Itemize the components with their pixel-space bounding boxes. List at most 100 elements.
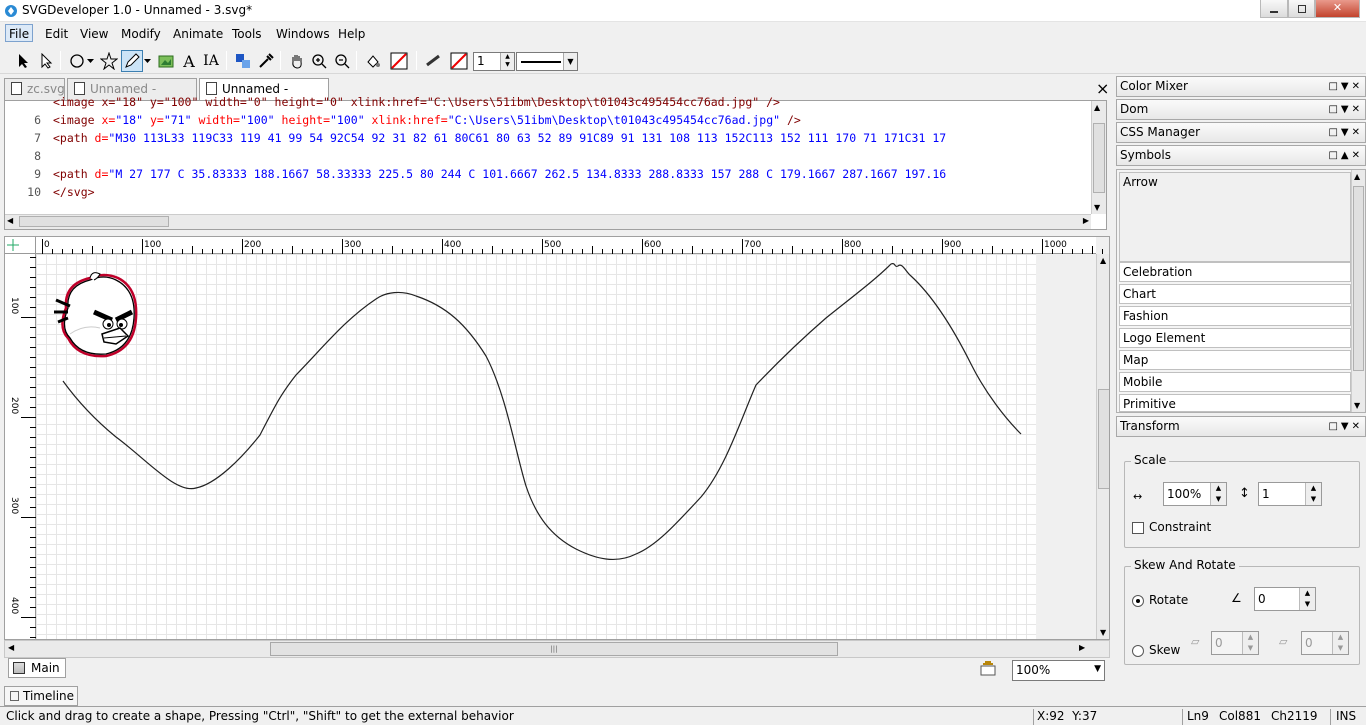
menu-edit[interactable]: Edit [42, 25, 71, 43]
line-number: 9 [34, 167, 41, 181]
image-tool-icon[interactable] [155, 50, 177, 72]
code-editor[interactable]: <image x="18" y="100" width="0" height="… [4, 95, 1107, 230]
fill-color-icon[interactable] [362, 50, 384, 72]
star-tool-icon[interactable] [98, 50, 120, 72]
zoom-in-icon[interactable] [308, 50, 330, 72]
symbol-category[interactable]: Logo Element [1119, 328, 1351, 348]
symbol-category[interactable]: Arrow [1119, 172, 1351, 262]
ruler-tick-label: 200 [9, 397, 19, 415]
drawing-grid[interactable] [36, 254, 1036, 639]
timeline-tab[interactable]: Timeline [4, 686, 78, 706]
close-tab-icon[interactable]: × [1096, 79, 1109, 98]
toolbar: A IA 1 ▲ ▼ ▼ [0, 47, 1366, 74]
dropdown-arrow-icon[interactable] [143, 50, 153, 72]
symbol-category[interactable]: Primitive [1119, 394, 1351, 412]
canvas-hscroll[interactable]: ◀ ||| ▶ [4, 640, 1110, 658]
freehand-path [62, 263, 1022, 560]
vertical-arrows-icon: ↕ [1239, 486, 1250, 501]
line-number: 10 [27, 185, 41, 199]
vertical-text-tool-icon[interactable]: IA [200, 50, 222, 72]
symbol-category[interactable]: Chart [1119, 284, 1351, 304]
eyedropper-tool-icon[interactable] [255, 50, 277, 72]
ruler-tick-label: 1000 [1044, 240, 1067, 250]
layer-options-icon[interactable] [979, 660, 1001, 678]
angry-bird-image [54, 272, 138, 358]
skew-label: Skew [1149, 643, 1181, 657]
app-icon [4, 4, 18, 18]
hand-tool-icon[interactable] [286, 50, 308, 72]
symbols-scrollbar[interactable]: ▲ ▼ [1351, 170, 1365, 412]
symbol-category[interactable]: Mobile [1119, 372, 1351, 392]
code-line[interactable]: 9 <path d="M 27 177 C 35.83333 188.1667 5… [5, 165, 946, 183]
scale-x-input[interactable]: 100% ▲ ▼ [1163, 482, 1227, 506]
symbols-panel-header[interactable]: Symbols □▲✕ [1116, 145, 1366, 166]
stroke-width-stepper[interactable]: 1 ▲ ▼ [473, 52, 515, 71]
skew-y-input[interactable]: 0 ▲ ▼ [1301, 631, 1349, 655]
minimize-button[interactable] [1260, 0, 1288, 18]
ruler-tick-label: 100 [9, 297, 19, 315]
direct-select-tool-icon[interactable] [35, 50, 57, 72]
skew-rotate-group: Skew And Rotate Rotate ∠ 0 ▲ ▼ Skew ▱ 0 ▲ ▼ … [1124, 558, 1360, 665]
code-line[interactable]: 6 <image x="18" y="71" width="100" height… [5, 111, 801, 129]
skew-y-icon: ▱ [1279, 635, 1288, 648]
dropdown-arrow-icon[interactable] [86, 50, 96, 72]
menu-animate[interactable]: Animate [170, 25, 226, 43]
zoom-select[interactable]: 100% ▼ [1012, 660, 1105, 681]
stroke-style-select[interactable]: ▼ [516, 52, 578, 71]
transform-panel-header[interactable]: Transform □▼✕ [1116, 416, 1366, 437]
rotate-radio[interactable] [1132, 595, 1144, 607]
menu-file[interactable]: File [5, 24, 34, 42]
code-line[interactable]: 10 </svg> [5, 183, 94, 201]
status-mode: INS [1336, 709, 1357, 723]
rotate-input[interactable]: 0 ▲ ▼ [1254, 587, 1316, 611]
ruler-tick-label: 0 [44, 240, 50, 250]
angle-icon: ∠ [1231, 591, 1242, 605]
color-mixer-panel-header[interactable]: Color Mixer □▼✕ [1116, 76, 1366, 97]
skew-rotate-legend: Skew And Rotate [1131, 558, 1239, 572]
css-manager-panel-header[interactable]: CSS Manager □▼✕ [1116, 122, 1366, 143]
layer-bar: Main 100% ▼ [4, 658, 1110, 682]
menu-help[interactable]: Help [335, 25, 368, 43]
code-line[interactable]: <image x="18" y="100" width="0" height="… [5, 93, 780, 111]
constraint-label: Constraint [1149, 520, 1212, 534]
title-bar: SVGDeveloper 1.0 - Unnamed - 3.svg* ✕ [0, 0, 1366, 22]
zoom-out-icon[interactable] [331, 50, 353, 72]
symbol-category[interactable]: Celebration [1119, 262, 1351, 282]
no-fill-icon[interactable] [388, 50, 410, 72]
maximize-button[interactable] [1288, 0, 1315, 18]
select-tool-icon[interactable] [12, 50, 34, 72]
text-tool-icon[interactable]: A [178, 50, 200, 72]
code-vscroll[interactable]: ▲ ▼ [1091, 101, 1106, 214]
symbol-category[interactable]: Map [1119, 350, 1351, 370]
main-layer-tab[interactable]: Main [8, 658, 66, 678]
ellipse-tool-icon[interactable] [66, 50, 88, 72]
line-number: 8 [34, 149, 41, 163]
timeline-icon [10, 691, 19, 701]
menu-modify[interactable]: Modify [118, 25, 164, 43]
no-stroke-icon[interactable] [448, 50, 470, 72]
menu-view[interactable]: View [77, 25, 111, 43]
right-panel: Color Mixer □▼✕ Dom □▼✕ CSS Manager □▼✕ Sym… [1114, 76, 1366, 706]
pencil-tool-icon[interactable] [121, 50, 143, 72]
status-bar: Click and drag to create a shape, Pressi… [0, 706, 1366, 725]
close-window-button[interactable]: ✕ [1315, 0, 1360, 18]
status-hint: Click and drag to create a shape, Pressi… [6, 709, 514, 723]
constraint-checkbox[interactable] [1132, 522, 1144, 534]
ruler-tick-label: 300 [9, 497, 19, 515]
window-title: SVGDeveloper 1.0 - Unnamed - 3.svg* [22, 3, 253, 17]
scale-y-input[interactable]: 1 ▲ ▼ [1258, 482, 1322, 506]
skew-radio[interactable] [1132, 645, 1144, 657]
menu-tools[interactable]: Tools [229, 25, 265, 43]
code-line[interactable]: 8 [5, 147, 53, 165]
status-line: Ln9 [1187, 709, 1209, 723]
code-line[interactable]: 7 <path d="M30 113L33 119C33 119 41 99 54… [5, 129, 946, 147]
symbol-category[interactable]: Fashion [1119, 306, 1351, 326]
skew-x-input[interactable]: 0 ▲ ▼ [1211, 631, 1259, 655]
canvas-vscroll[interactable]: ▲ ▼ [1096, 254, 1109, 639]
menu-windows[interactable]: Windows [273, 25, 333, 43]
stroke-tool-icon[interactable] [422, 50, 444, 72]
dom-panel-header[interactable]: Dom □▼✕ [1116, 99, 1366, 120]
gradient-tool-icon[interactable] [232, 50, 254, 72]
code-hscroll[interactable]: ◀ ▶ [5, 214, 1091, 229]
scale-group: Scale ↔ 100% ▲ ▼ ↕ 1 ▲ ▼ Constraint [1124, 453, 1360, 548]
